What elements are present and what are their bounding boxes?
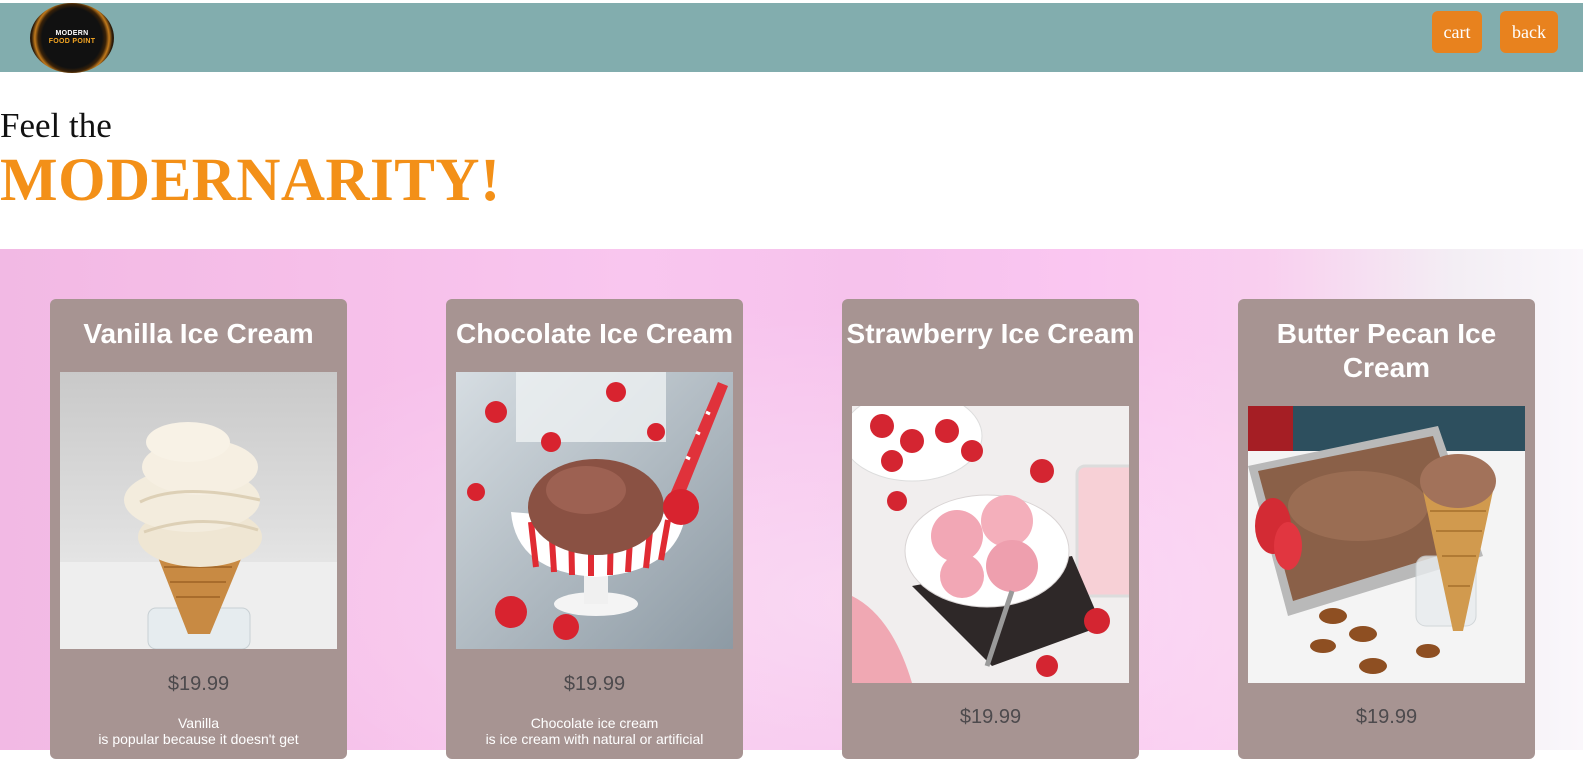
logo-text-top: MODERN — [55, 30, 89, 37]
product-card-chocolate[interactable]: Chocolate Ice Cream $19.99 Chocolate ice… — [446, 299, 743, 759]
chocolate-ice-cream-image — [456, 372, 733, 649]
product-title: Butter Pecan Ice Cream — [1276, 318, 1497, 383]
product-title: Vanilla Ice Cream — [83, 318, 314, 349]
brand-logo[interactable]: MODERN FOOD POINT — [30, 3, 114, 73]
product-description-line2: is popular because it doesn't get — [98, 731, 299, 747]
hero-tagline: Feel the — [0, 106, 112, 145]
product-description-line1: Vanilla — [178, 715, 219, 731]
product-price: $19.99 — [1355, 706, 1418, 728]
hero-headline: MODERNARITY! — [0, 147, 501, 214]
product-card-strawberry[interactable]: Strawberry Ice Cream $19.99 — [842, 299, 1139, 759]
product-price: $19.99 — [167, 673, 230, 695]
product-card-vanilla[interactable]: Vanilla Ice Cream $19.99 Vanilla is popu… — [50, 299, 347, 759]
logo-text-bottom: FOOD POINT — [48, 38, 96, 45]
butter-pecan-ice-cream-image — [1248, 406, 1525, 683]
top-navbar — [0, 3, 1583, 72]
back-button[interactable]: back — [1500, 11, 1558, 53]
product-title: Strawberry Ice Cream — [846, 318, 1135, 349]
cart-button[interactable]: cart — [1432, 11, 1482, 53]
product-description-line1: Chocolate ice cream — [530, 715, 659, 731]
strawberry-ice-cream-image — [852, 406, 1129, 683]
product-price: $19.99 — [959, 706, 1022, 728]
product-description-line2: is ice cream with natural or artificial — [485, 731, 704, 747]
product-price: $19.99 — [563, 673, 626, 695]
product-card-butter-pecan[interactable]: Butter Pecan Ice Cream $19.99 — [1238, 299, 1535, 759]
product-title: Chocolate Ice Cream — [456, 318, 733, 349]
vanilla-ice-cream-image — [60, 372, 337, 649]
